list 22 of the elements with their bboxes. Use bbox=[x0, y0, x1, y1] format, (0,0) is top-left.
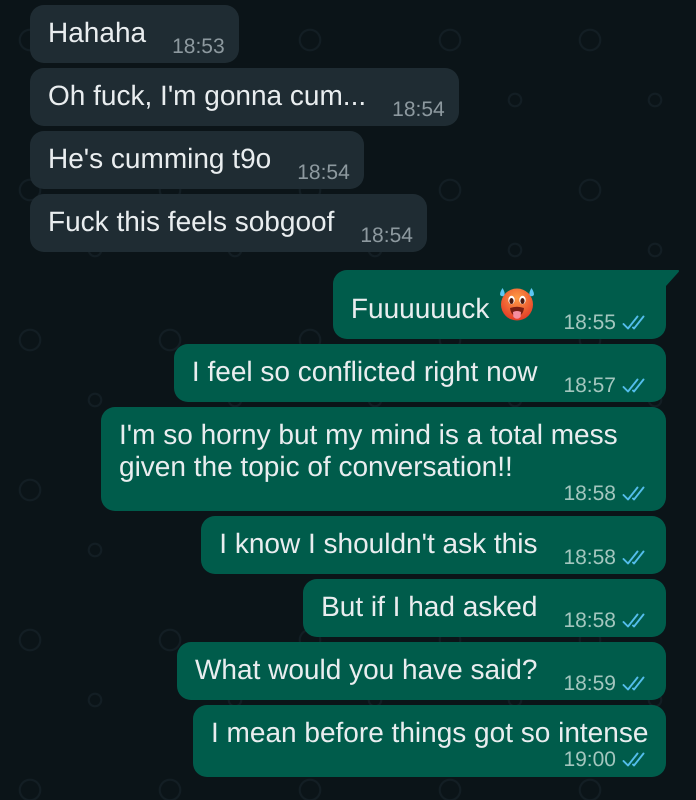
message-time: 18:53 bbox=[172, 35, 225, 58]
message-time: 18:58 bbox=[563, 546, 616, 569]
message-text: Hahaha bbox=[48, 17, 146, 48]
message-text: I'm so horny but my mind is a total mess given the topic of conversation!! bbox=[119, 419, 619, 483]
message-text: I feel so conflicted right now bbox=[192, 356, 538, 387]
message-time: 18:54 bbox=[360, 224, 413, 247]
message-time: 18:55 bbox=[563, 311, 616, 334]
message-text: Fuuuuuuck bbox=[350, 293, 490, 324]
message-time: 19:00 bbox=[563, 748, 616, 771]
message-text: Fuck this feels sobgoof bbox=[48, 206, 334, 237]
message-time: 18:57 bbox=[563, 374, 616, 397]
message-time: 18:54 bbox=[297, 161, 350, 184]
message-text: Oh fuck, I'm gonna cum... bbox=[48, 80, 366, 111]
message-time: 18:59 bbox=[563, 672, 616, 695]
message-time: 18:58 bbox=[563, 482, 616, 505]
message-text: He's cumming t9o bbox=[48, 143, 272, 174]
message-time: 18:54 bbox=[392, 98, 445, 121]
message-text: I mean before things got so intense bbox=[211, 717, 648, 748]
message-text: I know I shouldn't ask this bbox=[219, 528, 538, 559]
message-time: 18:58 bbox=[563, 609, 616, 632]
message-text: But if I had asked bbox=[321, 591, 538, 622]
message-text: What would you have said? bbox=[195, 654, 538, 685]
